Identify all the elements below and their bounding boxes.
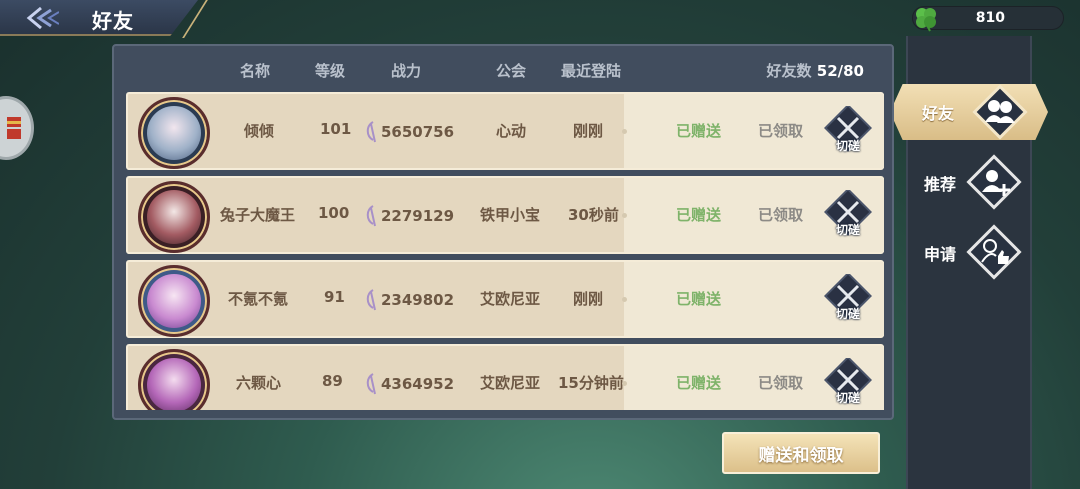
col-header-power: 战力	[391, 62, 422, 80]
gift-icon	[7, 117, 21, 139]
friend-name: 六颗心	[236, 374, 282, 392]
friend-name: 倾倾	[244, 122, 275, 140]
col-header-name: 名称	[240, 62, 271, 80]
spar-label: 切磋	[835, 223, 860, 237]
friend-row[interactable]: 不氪不氪 91 2349802 艾欧尼亚 刚刚 已赠送 切磋	[126, 260, 884, 338]
spar-button[interactable]: 切磋	[823, 355, 873, 410]
friends-icon	[972, 84, 1028, 140]
gift-sent-status: 已赠送	[676, 122, 722, 140]
currency-value: 810	[975, 10, 1005, 26]
friend-power: 4364952	[364, 372, 454, 396]
back-arrow-icon	[26, 6, 59, 30]
nav-tab-apply[interactable]: 申请	[916, 224, 1032, 280]
power-icon	[366, 121, 376, 143]
friend-last-login: 15分钟前	[558, 374, 624, 392]
friend-level: 91	[324, 288, 345, 306]
nav-tab-recommend[interactable]: 推荐	[916, 154, 1032, 210]
gift-sent-status: 已赠送	[676, 374, 722, 392]
gift-claimed-status: 已领取	[758, 122, 804, 140]
friend-row[interactable]: 兔子大魔王 100 2279129 铁甲小宝 30秒前 已赠送 已领取 切磋	[126, 176, 884, 254]
gift-sent-status: 已赠送	[676, 290, 722, 308]
friend-guild: 艾欧尼亚	[480, 290, 541, 308]
friend-guild: 艾欧尼亚	[480, 374, 541, 392]
page-title: 好友	[92, 9, 134, 33]
power-icon	[366, 373, 376, 395]
nav-tab-friends[interactable]: 好友	[890, 84, 1048, 140]
request-thumbs-up-icon	[966, 224, 1022, 280]
friend-power-value: 4364952	[381, 375, 455, 393]
clover-icon	[916, 8, 936, 32]
spar-button[interactable]: 切磋	[823, 187, 873, 242]
add-friend-icon	[966, 154, 1022, 210]
spar-button[interactable]: 切磋	[823, 271, 873, 326]
avatar[interactable]	[138, 265, 210, 337]
friend-name: 不氪不氪	[228, 290, 289, 308]
nav-tab-friends-label: 好友	[922, 104, 955, 123]
avatar[interactable]	[138, 349, 210, 410]
friend-row[interactable]: 倾倾 101 5650756 心动 刚刚 已赠送 已领取 切磋	[126, 92, 884, 170]
side-menu-icon[interactable]	[0, 96, 34, 160]
friend-last-login: 刚刚	[573, 122, 604, 140]
list-header: 名称 等级 战力 公会 最近登陆 好友数 52/80	[114, 46, 892, 90]
friend-level: 100	[318, 204, 350, 222]
avatar-portrait	[147, 190, 201, 244]
friend-last-login: 30秒前	[568, 206, 619, 224]
divider-dot	[622, 381, 627, 386]
friend-power-value: 2349802	[381, 291, 455, 309]
friend-guild: 铁甲小宝	[480, 206, 541, 224]
friend-level: 101	[320, 120, 352, 138]
nav-tab-recommend-label: 推荐	[924, 175, 957, 194]
col-header-last-login: 最近登陆	[561, 62, 622, 80]
friend-list-panel: 名称 等级 战力 公会 最近登陆 好友数 52/80 倾倾 101 565075…	[112, 44, 894, 420]
col-header-guild: 公会	[496, 62, 527, 80]
friend-row[interactable]: 六颗心 89 4364952 艾欧尼亚 15分钟前 已赠送 已领取 切磋	[126, 344, 884, 410]
divider-dot	[622, 297, 627, 302]
friend-last-login: 刚刚	[573, 290, 604, 308]
nav-tab-apply-label: 申请	[924, 245, 957, 264]
friend-power-value: 2279129	[381, 207, 455, 225]
avatar-portrait	[147, 274, 201, 328]
friend-power-value: 5650756	[381, 123, 455, 141]
power-icon	[366, 205, 376, 227]
friend-guild: 心动	[496, 122, 527, 140]
avatar[interactable]	[138, 181, 210, 253]
col-header-level: 等级	[315, 62, 346, 80]
back-button[interactable]	[22, 4, 62, 32]
spar-label: 切磋	[835, 391, 860, 405]
power-icon	[366, 289, 376, 311]
divider-dot	[622, 129, 627, 134]
avatar[interactable]	[138, 97, 210, 169]
friend-level: 89	[322, 372, 343, 390]
spar-button[interactable]: 切磋	[823, 103, 873, 158]
friend-power: 2349802	[364, 288, 454, 312]
friend-list[interactable]: 倾倾 101 5650756 心动 刚刚 已赠送 已领取 切磋 兔子大魔王 10…	[126, 92, 886, 410]
avatar-portrait	[147, 358, 201, 410]
send-and-claim-button[interactable]: 赠送和领取	[722, 432, 880, 474]
avatar-portrait	[147, 106, 201, 160]
friend-name: 兔子大魔王	[220, 206, 296, 224]
friend-power: 5650756	[364, 120, 454, 144]
currency-display: 810	[912, 6, 1064, 32]
gift-claimed-status: 已领取	[758, 374, 804, 392]
friend-count: 好友数 52/80	[767, 60, 864, 81]
friend-count-value: 52/80	[816, 62, 864, 80]
friend-power: 2279129	[364, 204, 454, 228]
divider-dot	[622, 213, 627, 218]
spar-label: 切磋	[835, 139, 860, 153]
gift-sent-status: 已赠送	[676, 206, 722, 224]
spar-label: 切磋	[835, 307, 860, 321]
gift-claimed-status: 已领取	[758, 206, 804, 224]
friend-count-label: 好友数	[766, 62, 812, 80]
